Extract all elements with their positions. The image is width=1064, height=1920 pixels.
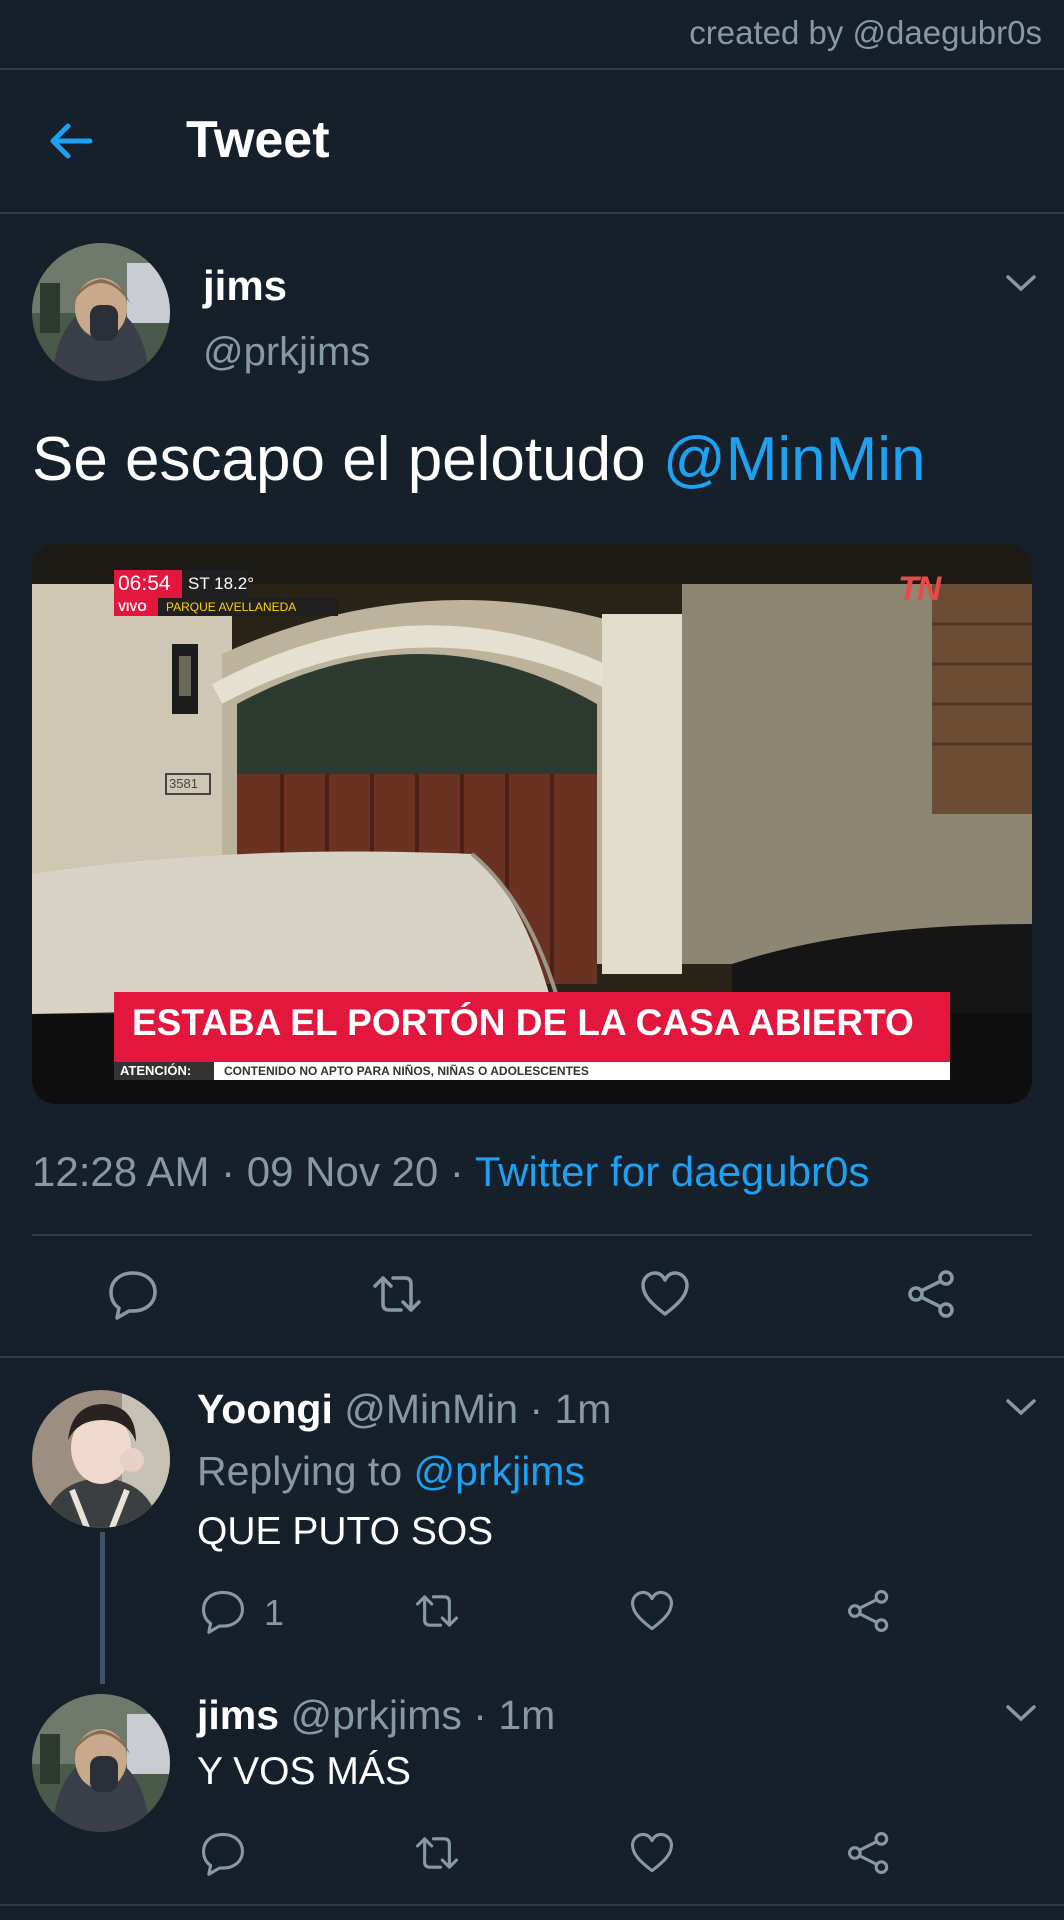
retweet-button[interactable] <box>414 1588 460 1634</box>
thread-connector <box>100 1532 105 1684</box>
retweet-icon <box>415 1837 459 1869</box>
avatar[interactable] <box>32 243 170 381</box>
reply-time: · 1m <box>461 1692 556 1738</box>
share-button[interactable] <box>846 1830 892 1876</box>
reply-button[interactable] <box>200 1830 246 1876</box>
divider <box>0 1356 1064 1358</box>
share-icon <box>847 1831 889 1875</box>
avatar[interactable] <box>32 1694 170 1832</box>
reply-count: 1 <box>264 1592 285 1633</box>
reply-menu-button[interactable] <box>1004 1702 1038 1729</box>
retweet-icon <box>373 1276 421 1312</box>
media-warning-text: CONTENIDO NO APTO PARA NIÑOS, NIÑAS O AD… <box>224 1064 589 1078</box>
media-live-badge: VIVO <box>118 600 147 614</box>
media-time: 06:54 <box>118 572 171 595</box>
share-icon <box>908 1270 954 1318</box>
heart-icon <box>641 1271 689 1316</box>
reply-header: Yoongi @MinMin · 1m <box>197 1386 611 1433</box>
divider <box>0 212 1064 214</box>
avatar-image <box>32 243 170 381</box>
reply-text: Y VOS MÁS <box>197 1750 411 1793</box>
retweet-button[interactable] <box>371 1268 423 1320</box>
reply-menu-button[interactable] <box>1004 1396 1038 1423</box>
media-house-number: 3581 <box>169 776 198 791</box>
reply-author-name[interactable]: jims <box>197 1692 279 1738</box>
reply-button[interactable] <box>107 1268 159 1320</box>
retweet-button[interactable] <box>414 1830 460 1876</box>
reply-time: · 1m <box>518 1386 612 1432</box>
divider <box>0 68 1064 70</box>
reply-header: jims @prkjims · 1m <box>197 1692 555 1739</box>
page-title: Tweet <box>186 111 330 169</box>
retweet-icon <box>415 1595 459 1627</box>
reply-author-handle[interactable]: @prkjims <box>290 1692 461 1738</box>
tweet-text-body: Se escapo el pelotudo <box>32 425 663 494</box>
media-location: PARQUE AVELLANEDA <box>166 600 297 614</box>
divider <box>0 1904 1064 1906</box>
arrow-left-icon <box>50 123 93 159</box>
reply-author-handle[interactable]: @MinMin <box>344 1386 518 1432</box>
tweet-menu-button[interactable] <box>1004 272 1038 299</box>
channel-logo-text: TN <box>898 570 941 608</box>
avatar-image <box>32 1390 170 1528</box>
creator-credit: created by @daegubr0s <box>689 14 1042 51</box>
share-button[interactable] <box>846 1588 892 1634</box>
mention-link[interactable]: @MinMin <box>663 425 926 494</box>
heart-icon <box>630 1832 674 1873</box>
like-button[interactable] <box>639 1268 691 1320</box>
reply-author-name[interactable]: Yoongi <box>197 1386 333 1432</box>
chevron-down-icon <box>1006 1705 1036 1722</box>
replying-to-label: Replying to <box>197 1448 414 1494</box>
tweet-media[interactable]: 06:54 ST 18.2° VIVO PARQUE AVELLANEDA 35… <box>32 544 1032 1104</box>
reply-text: QUE PUTO SOS <box>197 1510 494 1553</box>
media-headline: ESTABA EL PORTÓN DE LA CASA ABIERTO <box>132 1002 914 1043</box>
like-button[interactable] <box>629 1588 675 1634</box>
avatar-image <box>32 1694 170 1832</box>
divider <box>32 1234 1032 1236</box>
tweet-meta: 12:28 AM · 09 Nov 20 · Twitter for daegu… <box>32 1148 869 1196</box>
reply-icon <box>201 1832 245 1876</box>
share-icon <box>847 1589 889 1633</box>
media-temp: ST 18.2° <box>188 574 255 593</box>
avatar[interactable] <box>32 1390 170 1528</box>
replying-to: Replying to @prkjims <box>197 1448 585 1495</box>
tweet-source-link[interactable]: Twitter for daegubr0s <box>475 1148 870 1195</box>
author-name[interactable]: jims <box>203 262 287 310</box>
heart-icon <box>630 1590 674 1631</box>
reply-button[interactable] <box>200 1588 246 1634</box>
like-button[interactable] <box>629 1830 675 1876</box>
reply-icon <box>109 1271 157 1320</box>
author-handle[interactable]: @prkjims <box>203 330 370 375</box>
back-button[interactable] <box>46 116 96 166</box>
tweet-timestamp: 12:28 AM · 09 Nov 20 · <box>32 1148 475 1195</box>
chevron-down-icon <box>1006 275 1036 292</box>
share-button[interactable] <box>906 1268 958 1320</box>
media-warning-label: ATENCIÓN: <box>120 1063 192 1078</box>
chevron-down-icon <box>1006 1399 1036 1416</box>
replying-to-handle[interactable]: @prkjims <box>414 1448 585 1494</box>
tweet-text: Se escapo el pelotudo @MinMin <box>32 424 926 495</box>
reply-icon <box>201 1590 245 1634</box>
